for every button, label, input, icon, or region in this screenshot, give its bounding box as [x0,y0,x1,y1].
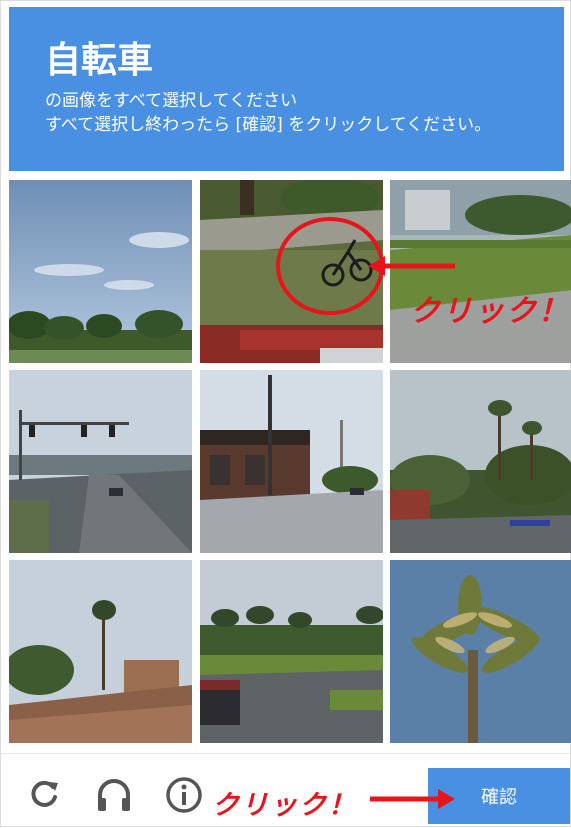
image-tile-2-bicycle[interactable] [200,180,383,363]
image-grid [9,180,571,744]
click-annotation-1: クリック！ [410,294,570,329]
info-icon[interactable] [163,774,205,816]
image-tile-1[interactable] [9,180,192,363]
image-tile-7[interactable] [9,560,192,743]
click-annotation-2: クリック！ [212,790,357,821]
target-object-title: 自転車 [45,40,154,81]
verify-button[interactable]: 確認 [428,768,570,824]
image-tile-9[interactable] [390,560,571,743]
image-tile-3[interactable] [390,180,571,363]
captcha-header: 自転車 の画像をすべて選択してください すべて選択し終わったら [確認] をクリ… [9,7,564,171]
image-tile-8[interactable] [200,560,383,743]
instruction-line-1: の画像をすべて選択してください [45,91,298,111]
image-tile-4[interactable] [9,370,192,553]
headphones-icon[interactable] [93,774,135,816]
reload-icon[interactable] [23,774,65,816]
image-tile-6[interactable] [390,370,571,553]
image-tile-5[interactable] [200,370,383,553]
instruction-line-2: すべて選択し終わったら [確認] をクリックしてください。 [45,115,492,135]
captcha-widget: 自転車 の画像をすべて選択してください すべて選択し終わったら [確認] をクリ… [0,0,571,827]
